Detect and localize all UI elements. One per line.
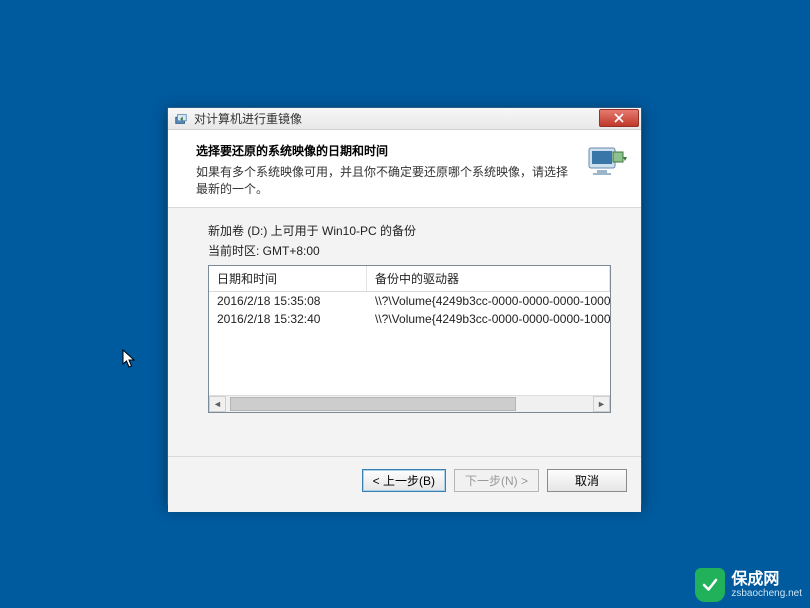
watermark-url: zsbaocheng.net [731,588,802,599]
watermark-name: 保成网 [731,571,802,589]
list-rows: 2016/2/18 15:35:08 \\?\Volume{4249b3cc-0… [209,292,610,395]
column-drives[interactable]: 备份中的驱动器 [367,266,610,291]
cell-datetime: 2016/2/18 15:35:08 [209,294,367,308]
horizontal-scrollbar[interactable]: ◄ ► [209,395,610,412]
wizard-footer: < 上一步(B) 下一步(N) > 取消 [168,456,641,504]
table-row[interactable]: 2016/2/18 15:32:40 \\?\Volume{4249b3cc-0… [209,310,610,328]
next-button: 下一步(N) > [454,469,539,492]
cell-drives: \\?\Volume{4249b3cc-0000-0000-0000-10000… [367,294,610,308]
reimage-wizard-window: 对计算机进行重镜像 选择要还原的系统映像的日期和时间 如果有多个系统映像可用，并… [167,107,642,505]
mouse-cursor-icon [122,349,138,372]
cancel-button[interactable]: 取消 [547,469,627,492]
restore-wizard-icon [583,142,627,180]
titlebar[interactable]: 对计算机进行重镜像 [168,108,641,130]
header-title: 选择要还原的系统映像的日期和时间 [196,142,575,159]
watermark: 保成网 zsbaocheng.net [695,568,802,602]
list-header: 日期和时间 备份中的驱动器 [209,266,610,292]
shield-icon [695,568,725,602]
header-subtitle: 如果有多个系统映像可用，并且你不确定要还原哪个系统映像，请选择最新的一个。 [196,163,575,197]
scroll-left-arrow[interactable]: ◄ [209,396,226,412]
cell-datetime: 2016/2/18 15:32:40 [209,312,367,326]
backup-source-label: 新加卷 (D:) 上可用于 Win10-PC 的备份 [208,222,611,239]
scroll-right-arrow[interactable]: ► [593,396,610,412]
system-restore-icon [174,112,188,126]
table-row[interactable]: 2016/2/18 15:35:08 \\?\Volume{4249b3cc-0… [209,292,610,310]
cell-drives: \\?\Volume{4249b3cc-0000-0000-0000-10000… [367,312,610,326]
window-title: 对计算机进行重镜像 [194,110,302,127]
timezone-label: 当前时区: GMT+8:00 [208,242,611,259]
scroll-thumb[interactable] [230,397,516,411]
column-datetime[interactable]: 日期和时间 [209,266,367,291]
close-button[interactable] [599,109,639,127]
back-button[interactable]: < 上一步(B) [362,469,446,492]
scroll-track[interactable] [226,396,593,412]
backup-list: 日期和时间 备份中的驱动器 2016/2/18 15:35:08 \\?\Vol… [208,265,611,413]
wizard-header: 选择要还原的系统映像的日期和时间 如果有多个系统映像可用，并且你不确定要还原哪个… [168,130,641,208]
